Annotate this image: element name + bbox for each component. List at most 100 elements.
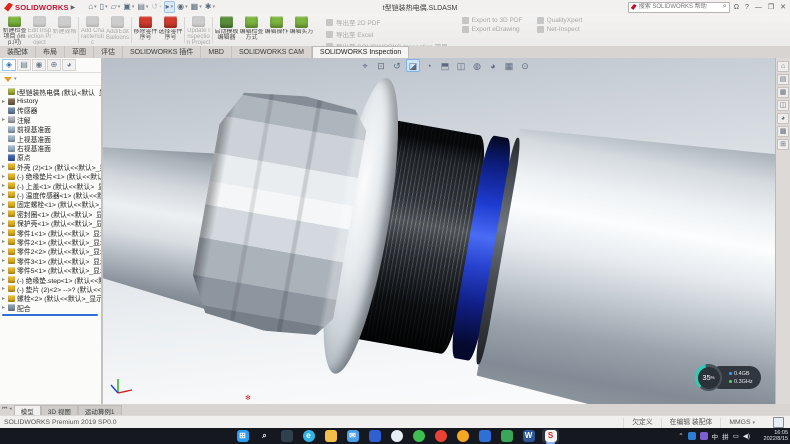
tab-sketch[interactable]: 草图 bbox=[65, 46, 94, 58]
model-tab[interactable]: 模型 bbox=[14, 405, 41, 415]
tree-item[interactable]: ▸ 零件3<1> (默认<<默认>_显示状态 bbox=[0, 256, 101, 265]
tab-sw-addins[interactable]: SOLIDWORKS 插件 bbox=[123, 46, 201, 58]
tree-item[interactable]: ▸ (-) 温度传感器<1> (默认<<默认>_ bbox=[0, 190, 101, 199]
tab-sw-inspection[interactable]: SOLIDWORKS Inspection bbox=[312, 46, 409, 58]
configurationmanager-tab[interactable]: ◉ bbox=[32, 59, 46, 71]
display-style-icon[interactable]: ◫ bbox=[454, 59, 468, 72]
tree-item[interactable]: ▸ 零件1<1> (默认<<默认>_显示状态 bbox=[0, 228, 101, 237]
scenes-tab[interactable]: ▩ bbox=[777, 126, 789, 137]
rebuild-button[interactable]: ◉ ▾ bbox=[176, 1, 189, 13]
dynamic-annotation-icon[interactable]: ◔ bbox=[422, 59, 436, 72]
tree-item[interactable]: ▸ 保护壳<1> (默认<<默认>_显示状 bbox=[0, 218, 101, 227]
custom-properties-tag-icon[interactable] bbox=[773, 417, 784, 428]
mail-button[interactable]: ✉ bbox=[344, 429, 361, 443]
export-edrawing-item[interactable]: Export eDrawing bbox=[462, 26, 523, 33]
tab-evaluate[interactable]: 评估 bbox=[94, 46, 123, 58]
3d-views-tab[interactable]: 3D 视图 bbox=[41, 405, 78, 415]
undo-button[interactable]: ↺ ▾ bbox=[150, 1, 162, 13]
task-view-button[interactable] bbox=[278, 429, 295, 443]
tree-item[interactable]: ▸ (-) 垫片 (2)<2> -->? (默认<<默认> bbox=[0, 284, 101, 293]
wps-button[interactable] bbox=[498, 429, 515, 443]
tree-item[interactable]: ▸ 螺栓<2> (默认<<默认>_显示状态 bbox=[0, 294, 101, 303]
word-button[interactable]: W bbox=[520, 429, 537, 443]
options-button[interactable]: ✱ ▾ bbox=[204, 1, 216, 13]
dimxpertmanager-tab[interactable]: ⊕ bbox=[47, 59, 61, 71]
edge-button[interactable]: e bbox=[300, 429, 317, 443]
file-explorer-button[interactable] bbox=[322, 429, 339, 443]
tab-layout[interactable]: 布局 bbox=[36, 46, 65, 58]
dictionary-button[interactable] bbox=[476, 429, 493, 443]
graphics-viewport[interactable]: ⌖ ⊡ ↺ ◪ ◔ ⬒ ◫ ◍ ◕ ▦ ⊙ bbox=[103, 58, 775, 404]
file-explorer-tab[interactable]: ▦ bbox=[777, 87, 789, 98]
filter-funnel-icon[interactable] bbox=[4, 77, 12, 82]
displaymanager-tab[interactable]: ◕ bbox=[62, 59, 76, 71]
tree-item[interactable]: ▸ 传感器 bbox=[0, 106, 101, 115]
new-inspection-project-button[interactable]: 新建检查项目 (imp.问) bbox=[2, 14, 27, 46]
update-inspection-project-button[interactable]: Update Inspection Project bbox=[186, 14, 211, 46]
tree-item[interactable]: ▸ 前视基准面 bbox=[0, 125, 101, 134]
monitor-icon[interactable]: ▭ bbox=[733, 432, 739, 440]
taskbar-clock[interactable]: 16:05 2022/8/15 bbox=[764, 430, 788, 443]
edit-shi-fang-button[interactable]: 编辑实方 bbox=[289, 14, 314, 46]
section-view-icon[interactable]: ◪ bbox=[406, 59, 420, 72]
performance-overlay[interactable]: 0.4GB 0.3GHz 35% bbox=[695, 364, 761, 391]
tree-item[interactable]: ▸ (-) 绝缘垫片<1> (默认<<默认>_显 bbox=[0, 172, 101, 181]
tab-sw-cam[interactable]: SOLIDWORKS CAM bbox=[232, 46, 312, 58]
tree-item[interactable]: ▸ 外壳 (2)<1> (默认<<默认>_显示状 bbox=[0, 162, 101, 171]
tree-item[interactable]: ▸ 上视基准面 bbox=[0, 134, 101, 143]
edit-appearance-icon[interactable]: ◕ bbox=[486, 59, 500, 72]
tab-assembly[interactable]: 装配体 bbox=[0, 46, 36, 58]
apply-scene-icon[interactable]: ▦ bbox=[502, 59, 516, 72]
minimize-button[interactable]: — bbox=[755, 4, 762, 11]
tree-item[interactable]: ▸ 右视基准面 bbox=[0, 143, 101, 152]
tray-app-blue[interactable] bbox=[688, 432, 696, 440]
tab-mbd[interactable]: MBD bbox=[201, 46, 232, 58]
propertymanager-tab[interactable]: ▤ bbox=[17, 59, 31, 71]
hide-show-items-icon[interactable]: ◍ bbox=[470, 59, 484, 72]
onedrive-button[interactable] bbox=[388, 429, 405, 443]
edit-operations-button[interactable]: 编辑操作 bbox=[264, 14, 289, 46]
tree-item[interactable]: ▸ (-) 上盖<1> (默认<<默认>_显示状 bbox=[0, 181, 101, 190]
featuremanager-tree-tab[interactable]: ◈ bbox=[2, 59, 16, 71]
view-palette-tab[interactable]: ◫ bbox=[777, 100, 789, 111]
file-properties-button[interactable]: ▦ ▾ bbox=[190, 1, 203, 13]
save-button[interactable]: ▣ ▾ bbox=[122, 1, 135, 13]
design-library-tab[interactable]: ▤ bbox=[777, 74, 789, 85]
browser-green-button[interactable] bbox=[410, 429, 427, 443]
print-button[interactable]: ▤ ▾ bbox=[136, 1, 149, 13]
previous-view-icon[interactable]: ↺ bbox=[390, 59, 404, 72]
tray-app-purple[interactable] bbox=[700, 432, 708, 440]
tree-item[interactable]: ▸ 固定螺栓<1> (默认<<默认>_显示 bbox=[0, 200, 101, 209]
help-button[interactable]: ? bbox=[745, 4, 749, 11]
custom-properties-tab[interactable]: ⊞ bbox=[777, 139, 789, 150]
sw-resources-tab[interactable]: ⌂ bbox=[777, 61, 789, 72]
tree-item[interactable]: ▸ 零件2<1> (默认<<默认>_显示状态 bbox=[0, 237, 101, 246]
tree-item[interactable]: ▸ t型铠装热电偶 (默认<默认_显示状态-1 bbox=[0, 87, 101, 96]
launch-template-editor-button[interactable]: 启动模板编辑器 bbox=[214, 14, 239, 46]
add-characteristic-button[interactable]: Add Characteristic bbox=[80, 14, 105, 46]
export-excel-item[interactable]: 导出至 Excel bbox=[326, 29, 448, 39]
export-2d-pdf-item[interactable]: 导出至 2D PDF bbox=[326, 17, 448, 27]
ime-language[interactable]: 中 bbox=[712, 431, 719, 441]
zoom-area-icon[interactable]: ⊡ bbox=[374, 59, 388, 72]
view-settings-icon[interactable]: ⊙ bbox=[518, 59, 532, 72]
select-balloons-button[interactable]: 选择零件序号 bbox=[158, 14, 183, 46]
view-orientation-icon[interactable]: ⬒ bbox=[438, 59, 452, 72]
remove-balloons-button[interactable]: 移除零件序号 bbox=[133, 14, 158, 46]
new-file-button[interactable]: ▯ ▾ bbox=[99, 1, 109, 13]
qualityxpert-item[interactable]: QualityXpert bbox=[537, 17, 583, 24]
tab-scroll-left-icon[interactable]: ⏮ ◂ bbox=[0, 404, 14, 415]
export-3d-pdf-item[interactable]: Export to 3D PDF bbox=[462, 17, 523, 24]
tree-item[interactable]: ▸ 注解 bbox=[0, 115, 101, 124]
solidworks-logo[interactable]: SOLIDWORKS ▶ bbox=[0, 3, 79, 12]
add-edit-balloons-button[interactable]: Add/Edit Balloons bbox=[105, 14, 130, 46]
home-button[interactable]: ⌂ ▾ bbox=[87, 1, 97, 13]
model-main-cylinder[interactable] bbox=[468, 81, 775, 404]
zoom-fit-icon[interactable]: ⌖ bbox=[358, 59, 372, 72]
solidworks-app-button[interactable]: S bbox=[542, 429, 559, 443]
store-button[interactable] bbox=[366, 429, 383, 443]
start-button[interactable]: ⊞ bbox=[234, 429, 251, 443]
tree-filter-row[interactable]: ▾ bbox=[0, 73, 101, 86]
help-search-box[interactable]: ⌕ bbox=[628, 2, 730, 13]
restore-button[interactable]: ❐ bbox=[768, 3, 774, 11]
